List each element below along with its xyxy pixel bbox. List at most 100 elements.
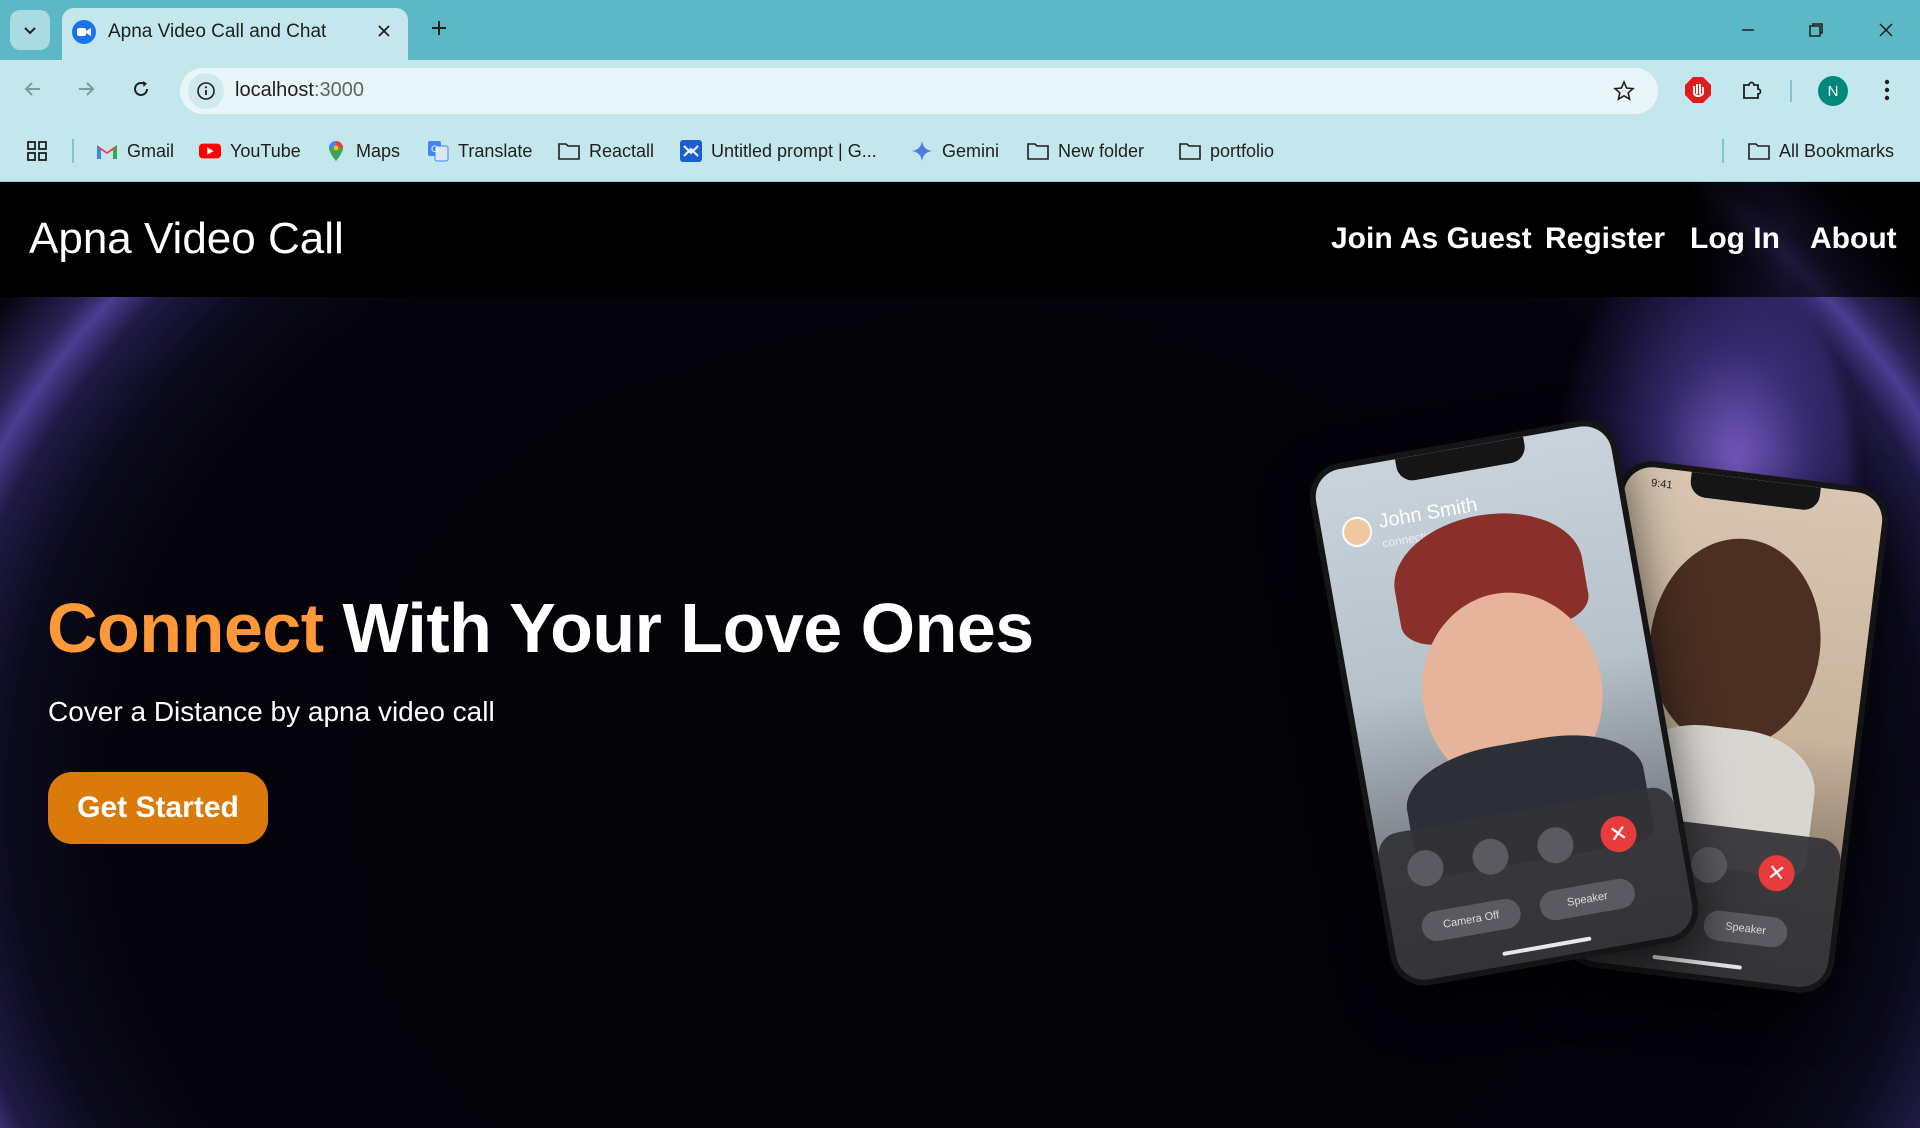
bookmark-portfolio[interactable]: portfolio [1179, 136, 1274, 166]
apps-button[interactable] [26, 136, 48, 166]
arrow-right-icon [79, 82, 95, 96]
folder-icon [1027, 140, 1049, 162]
nav-register[interactable]: Register [1545, 222, 1665, 256]
bookmark-label: portfolio [1210, 140, 1275, 161]
bookmark-translate[interactable]: G Translate [427, 136, 532, 166]
tab-search-button[interactable] [10, 10, 50, 50]
video-camera-icon [72, 20, 96, 44]
translate-icon: G [427, 140, 449, 162]
landing-page: Apna Video Call Join As Guest Register L… [0, 182, 1920, 1128]
bookmark-star-button[interactable] [1610, 77, 1638, 105]
bookmark-new-folder[interactable]: New folder [1027, 136, 1144, 166]
youtube-icon [199, 140, 221, 162]
tab-active[interactable]: Apna Video Call and Chat [62, 8, 408, 60]
hero-title-rest: With Your Love Ones [323, 589, 1034, 667]
all-bookmarks-label: All Bookmarks [1779, 140, 1895, 161]
plus-icon [432, 21, 446, 35]
site-navbar: Apna Video Call Join As Guest Register L… [0, 182, 1920, 297]
maps-icon [325, 140, 347, 162]
bookmark-reactall[interactable]: Reactall [558, 136, 654, 166]
puzzle-icon [1743, 81, 1762, 99]
url-port: :3000 [313, 79, 364, 101]
url-text: localhost:3000 [235, 79, 364, 102]
profile-avatar[interactable]: N [1818, 76, 1848, 106]
back-button[interactable] [13, 69, 53, 109]
info-icon [197, 82, 215, 100]
window-close-button[interactable] [1862, 10, 1910, 50]
reload-button[interactable] [121, 69, 161, 109]
bookmark-label: New folder [1058, 140, 1145, 161]
nav-log-in[interactable]: Log In [1690, 222, 1780, 256]
hero-title-accent: Connect [47, 589, 324, 667]
caller-face [1638, 528, 1833, 759]
reload-icon [134, 81, 148, 96]
speaker-pill: Speaker [1702, 908, 1790, 949]
camera-flip-icon [1534, 824, 1577, 867]
get-started-button[interactable]: Get Started [48, 772, 268, 844]
browser-toolbar: localhost:3000 N [0, 60, 1920, 120]
tab-close-button[interactable] [370, 17, 398, 45]
restore-icon [1809, 23, 1823, 37]
bookmark-label: Gemini [942, 140, 1000, 161]
home-indicator [1502, 936, 1592, 957]
bookmark-youtube[interactable]: YouTube [199, 136, 301, 166]
star-icon [1613, 80, 1635, 101]
close-icon [378, 25, 390, 37]
memoji-avatar [1339, 514, 1375, 550]
bookmark-label: Maps [356, 140, 401, 161]
hero-title: Connect With Your Love Ones [47, 588, 1034, 668]
url-host: localhost [235, 79, 314, 101]
bookmark-gemini[interactable]: Gemini [911, 136, 999, 166]
end-call-icon: ✕ [1597, 813, 1640, 855]
tab-title: Apna Video Call and Chat [108, 21, 327, 42]
folder-icon [1748, 140, 1770, 162]
svg-text:G: G [431, 145, 438, 155]
nav-about[interactable]: About [1810, 222, 1897, 256]
new-tab-button[interactable] [423, 12, 455, 44]
bookmarks-bar: Gmail YouTube Maps G Translate Reactall [0, 120, 1920, 182]
bookmark-label: Untitled prompt | G... [711, 140, 877, 161]
bookmark-label: Gmail [127, 140, 175, 161]
forward-button[interactable] [66, 69, 106, 109]
browser-chrome: Apna Video Call and Chat localhost:3000 … [0, 0, 1920, 182]
nav-join-as-guest[interactable]: Join As Guest [1331, 222, 1532, 256]
bookmark-gmail[interactable]: Gmail [96, 136, 174, 166]
tab-strip: Apna Video Call and Chat [0, 0, 1920, 60]
apps-grid-icon [26, 140, 48, 162]
chevron-down-icon [24, 27, 36, 35]
more-vertical-icon [1884, 79, 1890, 101]
phone-clock: 9:41 [1650, 477, 1674, 492]
speaker-pill: Speaker [1537, 876, 1638, 923]
address-bar[interactable]: localhost:3000 [180, 68, 1658, 114]
bookmarks-divider [1722, 139, 1724, 163]
folder-icon [558, 140, 580, 162]
hero-subtitle: Cover a Distance by apna video call [48, 696, 495, 727]
bookmark-label: Reactall [589, 140, 655, 161]
phone-notch [1395, 436, 1528, 483]
effects-icon [1404, 847, 1447, 889]
bookmarks-divider [72, 139, 74, 163]
gmail-icon [96, 140, 118, 162]
camera-off-pill: Camera Off [1419, 896, 1524, 944]
site-info-button[interactable] [188, 73, 224, 109]
close-icon [1879, 23, 1893, 37]
stop-hand-icon [1685, 77, 1711, 103]
restore-button[interactable] [1792, 10, 1840, 50]
toolbar-divider [1790, 80, 1792, 102]
bookmark-untitled-prompt[interactable]: Untitled prompt | G... [680, 136, 877, 166]
site-brand[interactable]: Apna Video Call [29, 214, 344, 264]
arrow-left-icon [24, 82, 40, 96]
bookmark-label: Translate [458, 140, 533, 161]
browser-menu-button[interactable] [1872, 74, 1902, 106]
folder-icon [1179, 140, 1201, 162]
extensions-button[interactable] [1736, 74, 1768, 106]
mute-icon [1469, 835, 1512, 878]
gemini-icon [911, 140, 933, 162]
bookmark-maps[interactable]: Maps [325, 136, 400, 166]
home-indicator [1652, 954, 1743, 970]
bookmark-label: YouTube [230, 140, 301, 161]
minimize-button[interactable] [1724, 10, 1772, 50]
extension-adblock-button[interactable] [1682, 74, 1714, 106]
all-bookmarks-button[interactable]: All Bookmarks [1748, 136, 1894, 166]
end-call-icon: ✕ [1756, 853, 1797, 894]
